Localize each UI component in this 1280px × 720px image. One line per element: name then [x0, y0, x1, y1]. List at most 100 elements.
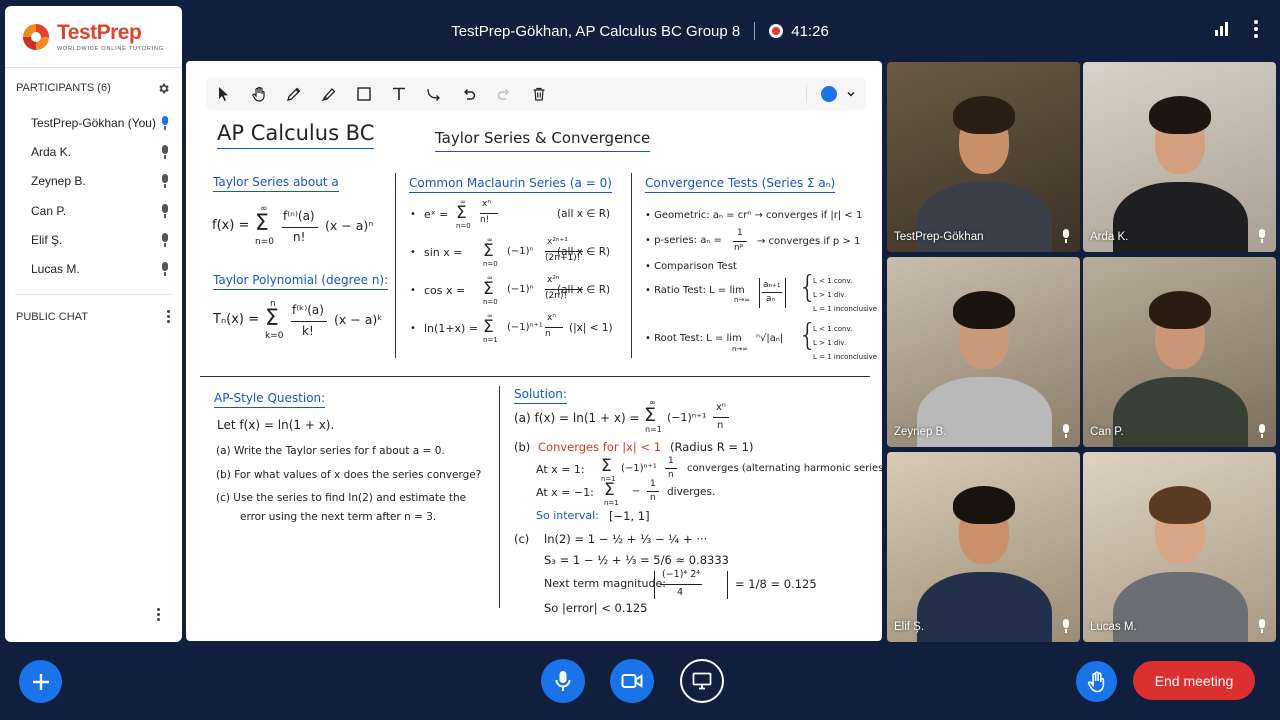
participant-name: Zeynep B.	[31, 174, 86, 189]
pseries-cond: → converges if p > 1	[757, 236, 861, 247]
ratio-case-1: L < 1 conv.	[813, 277, 853, 285]
rectangle-icon[interactable]	[346, 78, 381, 110]
video-tile-name: TestPrep-Gökhan	[894, 231, 984, 243]
root-case-2: L > 1 div.	[813, 339, 847, 347]
board-divider-h	[200, 376, 870, 377]
recording-indicator: 41:26	[769, 23, 829, 40]
microphone-icon[interactable]	[160, 232, 170, 247]
test-pseries: • p-series: aₙ =	[645, 235, 722, 246]
microphone-icon	[1256, 424, 1268, 439]
chevron-down-icon[interactable]	[846, 89, 856, 99]
solution-xm1-den: n	[650, 493, 656, 503]
screen-share-button[interactable]	[680, 659, 724, 703]
solution-c-result: = 1/8 = 0.125	[735, 577, 817, 591]
color-picker-swatch[interactable]	[821, 86, 837, 102]
maclaurin-den: n	[545, 329, 551, 339]
video-tile[interactable]: TestPrep-Gökhan	[887, 62, 1080, 252]
header-divider	[754, 22, 756, 40]
microphone-button[interactable]	[541, 659, 585, 703]
maclaurin-cond: (all x ∈ R)	[557, 208, 611, 220]
poly-lhs: Tₙ(x) =	[213, 312, 259, 327]
text-icon[interactable]	[381, 78, 416, 110]
participant-name: Can P.	[31, 203, 67, 218]
connector-icon[interactable]	[416, 78, 451, 110]
add-button[interactable]	[19, 660, 62, 703]
redo-icon[interactable]	[486, 78, 521, 110]
gear-icon[interactable]	[157, 82, 170, 95]
sidebar-more-icon[interactable]	[157, 608, 160, 621]
solution-x1-text: converges (alternating harmonic series)	[687, 463, 882, 474]
video-tile-name: Can P.	[1090, 426, 1124, 438]
test-pseries-text: p-series: aₙ =	[654, 235, 722, 246]
microphone-icon[interactable]	[160, 203, 170, 218]
solution-x1-num: 1	[668, 456, 674, 466]
video-tile[interactable]: Arda K.	[1083, 62, 1276, 252]
microphone-icon	[1256, 619, 1268, 634]
meeting-title: TestPrep-Gökhan, AP Calculus BC Group 8	[451, 22, 741, 40]
whiteboard[interactable]: AP Calculus BC Taylor Series & Convergen…	[186, 61, 882, 641]
video-camera-icon	[621, 674, 643, 688]
root-radical: ⁿ√|aₙ|	[756, 333, 784, 344]
microphone-icon[interactable]	[160, 262, 170, 277]
video-tile[interactable]: Zeynep B.	[887, 257, 1080, 447]
raise-hand-button[interactable]	[1076, 661, 1117, 702]
participant-row[interactable]: Arda K.	[15, 137, 172, 166]
microphone-icon[interactable]	[160, 174, 170, 189]
solution-xm1-bottom: n=1	[604, 499, 619, 507]
chat-more-icon[interactable]	[167, 310, 170, 324]
delete-icon[interactable]	[521, 78, 556, 110]
participant-row[interactable]: Zeynep B.	[15, 167, 172, 196]
undo-icon[interactable]	[451, 78, 486, 110]
maclaurin-bullet: •	[410, 209, 416, 220]
taylor-den: n!	[293, 230, 306, 244]
video-tile[interactable]: Elif Ş.	[887, 452, 1080, 642]
participant-row[interactable]: Lucas M.	[15, 254, 172, 283]
solution-x1-frac-line	[665, 468, 677, 469]
hand-icon[interactable]	[241, 78, 276, 110]
toolbar-divider	[806, 85, 807, 103]
maclaurin-sum-bottom: n=1	[483, 336, 498, 344]
ratio-num: aₙ₊₁	[763, 280, 781, 290]
public-chat-header[interactable]: PUBLIC CHAT	[5, 297, 182, 337]
taylor-tail: (x − a)ⁿ	[325, 218, 374, 233]
maclaurin-cond: (all x ∈ R)	[557, 284, 611, 296]
sidebar: TestPrep WORLDWIDE ONLINE TUTORING PARTI…	[5, 6, 182, 642]
solution-a-mid: (−1)ⁿ⁺¹	[667, 411, 707, 424]
question-let: Let f(x) = ln(1 + x).	[217, 418, 335, 432]
solution-xm1-mid: −	[632, 486, 641, 497]
video-tile[interactable]: Lucas M.	[1083, 452, 1276, 642]
root-brace: {	[798, 318, 818, 353]
participant-video-hair	[953, 486, 1015, 524]
participant-video-hair	[1149, 291, 1211, 329]
pencil-icon[interactable]	[276, 78, 311, 110]
participant-row[interactable]: Can P.	[15, 196, 172, 225]
participant-row[interactable]: Elif Ş.	[15, 225, 172, 254]
maclaurin-sum-bottom: n=0	[483, 260, 498, 268]
microphone-icon[interactable]	[160, 144, 170, 159]
connection-stats-icon[interactable]	[1215, 22, 1228, 36]
select-icon[interactable]	[206, 78, 241, 110]
video-tile-name: Elif Ş.	[894, 621, 925, 633]
maclaurin-lhs: sin x =	[424, 246, 463, 259]
camera-button[interactable]	[610, 659, 654, 703]
more-options-icon[interactable]	[1254, 20, 1258, 38]
poly-sum-sign: Σ	[265, 306, 279, 331]
root-case-1: L < 1 conv.	[813, 325, 853, 333]
brand-name-a: Test	[57, 21, 97, 44]
end-meeting-button[interactable]: End meeting	[1133, 661, 1255, 700]
board-title: AP Calculus BC	[217, 121, 375, 149]
marker-icon[interactable]	[311, 78, 346, 110]
video-tile[interactable]: Can P.	[1083, 257, 1276, 447]
participant-video-body	[1113, 377, 1248, 447]
solution-interval-label: So interval:	[536, 509, 599, 522]
question-a: (a) Write the Taylor series for f about …	[216, 445, 445, 457]
participant-row[interactable]: TestPrep-Gökhan (You)	[15, 108, 172, 137]
recording-time: 41:26	[791, 22, 829, 40]
microphone-icon	[555, 671, 571, 691]
ratio-case-2: L > 1 div.	[813, 291, 847, 299]
taylor-sum-sign: Σ	[255, 211, 269, 236]
microphone-icon[interactable]	[160, 115, 170, 130]
solution-c-line2: S₃ = 1 − ½ + ⅓ = 5/6 ≈ 0.8333	[544, 553, 729, 567]
taylor-poly-heading: Taylor Polynomial (degree n):	[213, 273, 389, 290]
participant-name: Lucas M.	[31, 262, 80, 277]
